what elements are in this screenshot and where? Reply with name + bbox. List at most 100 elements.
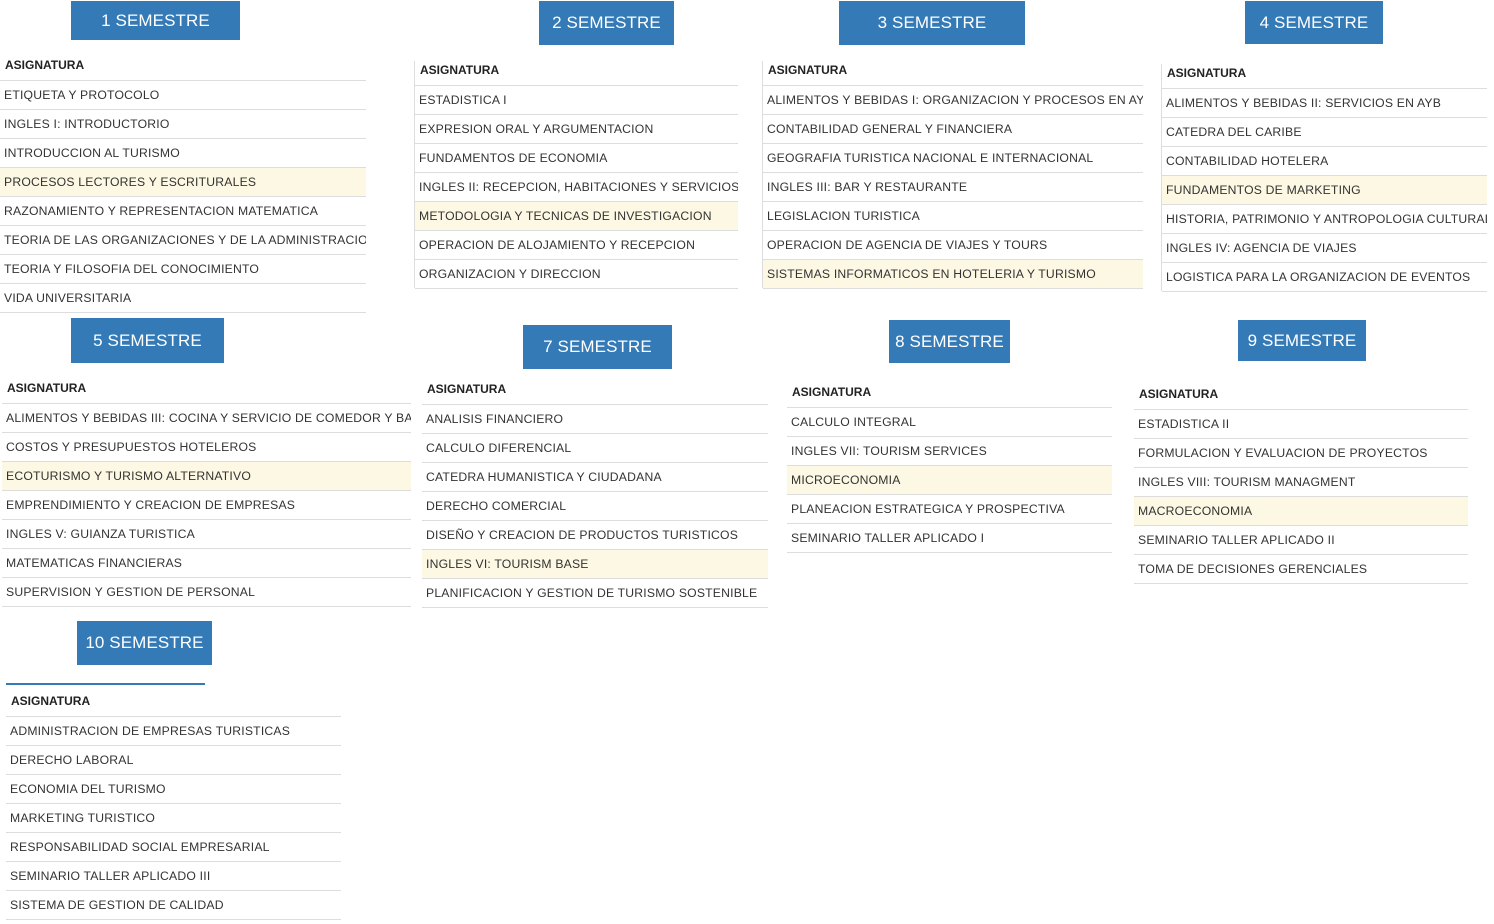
subject-name: CATEDRA HUMANISTICA Y CIUDADANA (422, 462, 768, 492)
subjects-table: ASIGNATURA ANALISIS FINANCIERO CALCULO DIF… (422, 374, 768, 608)
table-row: ETIQUETA Y PROTOCOLO (0, 80, 366, 110)
subject-name: ORGANIZACION Y DIRECCION (415, 259, 738, 289)
subject-name: HISTORIA, PATRIMONIO Y ANTROPOLOGIA CULT… (1162, 204, 1487, 234)
table-row: FUNDAMENTOS DE ECONOMIA (415, 143, 738, 173)
subjects-table: ASIGNATURA ALIMENTOS Y BEBIDAS II: SERVIC… (1162, 58, 1487, 292)
subject-name: VIDA UNIVERSITARIA (0, 283, 366, 313)
subject-name: PROCESOS LECTORES Y ESCRITURALES (0, 167, 366, 197)
table-row: METODOLOGIA Y TECNICAS DE INVESTIGACION (415, 201, 738, 231)
subject-name: CONTABILIDAD GENERAL Y FINANCIERA (763, 114, 1143, 144)
table-row: PLANEACION ESTRATEGICA Y PROSPECTIVA (787, 494, 1112, 524)
subject-name: LEGISLACION TURISTICA (763, 201, 1143, 231)
subject-name: DISEÑO Y CREACION DE PRODUCTOS TURISTICO… (422, 520, 768, 550)
table-row: INGLES VII: TOURISM SERVICES (787, 436, 1112, 466)
subject-name: FUNDAMENTOS DE ECONOMIA (415, 143, 738, 173)
subject-name: CONTABILIDAD HOTELERA (1162, 146, 1487, 176)
subject-name: MARKETING TURISTICO (6, 803, 341, 833)
subject-name: SUPERVISION Y GESTION DE PERSONAL (2, 577, 411, 607)
column-header-asignatura: ASIGNATURA (1162, 58, 1487, 89)
subject-name: COSTOS Y PRESUPUESTOS HOTELEROS (2, 432, 411, 462)
table-left-border (414, 61, 415, 288)
table-row: ALIMENTOS Y BEBIDAS I: ORGANIZACION Y PR… (763, 85, 1143, 115)
column-header-asignatura: ASIGNATURA (415, 55, 738, 86)
subject-name: TEORIA DE LAS ORGANIZACIONES Y DE LA ADM… (0, 225, 366, 255)
subject-name: INGLES V: GUIANZA TURISTICA (2, 519, 411, 549)
table-row: COSTOS Y PRESUPUESTOS HOTELEROS (2, 432, 411, 462)
table-row: RAZONAMIENTO Y REPRESENTACION MATEMATICA (0, 196, 366, 226)
subject-name: FORMULACION Y EVALUACION DE PROYECTOS (1134, 438, 1468, 468)
table-row: LOGISTICA PARA LA ORGANIZACION DE EVENTO… (1162, 262, 1487, 292)
column-header-asignatura: ASIGNATURA (422, 374, 768, 405)
subject-name: ALIMENTOS Y BEBIDAS II: SERVICIOS EN AYB (1162, 88, 1487, 118)
subject-name: ETIQUETA Y PROTOCOLO (0, 80, 366, 110)
table-row: SEMINARIO TALLER APLICADO I (787, 523, 1112, 553)
table-row: DERECHO LABORAL (6, 745, 341, 775)
table-row: LEGISLACION TURISTICA (763, 201, 1143, 231)
table-row: SISTEMA DE GESTION DE CALIDAD (6, 890, 341, 920)
column-header-asignatura: ASIGNATURA (1134, 379, 1468, 410)
table-row: FORMULACION Y EVALUACION DE PROYECTOS (1134, 438, 1468, 468)
semester-title: 7 SEMESTRE (523, 325, 672, 369)
table-row: MARKETING TURISTICO (6, 803, 341, 833)
subject-name: INGLES IV: AGENCIA DE VIAJES (1162, 233, 1487, 263)
table-header-row: ASIGNATURA (787, 377, 1112, 408)
table-row: CALCULO INTEGRAL (787, 407, 1112, 437)
table-header-row: ASIGNATURA (422, 374, 768, 405)
table-row: DERECHO COMERCIAL (422, 491, 768, 521)
subject-name: SEMINARIO TALLER APLICADO III (6, 861, 341, 891)
subject-name: DERECHO COMERCIAL (422, 491, 768, 521)
table-row: TEORIA DE LAS ORGANIZACIONES Y DE LA ADM… (0, 225, 366, 255)
table-row: MACROECONOMIA (1134, 496, 1468, 526)
table-row: EMPRENDIMIENTO Y CREACION DE EMPRESAS (2, 490, 411, 520)
table-row: ALIMENTOS Y BEBIDAS III: COCINA Y SERVIC… (2, 403, 411, 433)
table-row: CALCULO DIFERENCIAL (422, 433, 768, 463)
table-row: ANALISIS FINANCIERO (422, 404, 768, 434)
subject-name: GEOGRAFIA TURISTICA NACIONAL E INTERNACI… (763, 143, 1143, 173)
subject-name: LOGISTICA PARA LA ORGANIZACION DE EVENTO… (1162, 262, 1487, 292)
subject-name: SISTEMAS INFORMATICOS EN HOTELERIA Y TUR… (763, 259, 1143, 289)
table-row: INGLES IV: AGENCIA DE VIAJES (1162, 233, 1487, 263)
table-row: INGLES VI: TOURISM BASE (422, 549, 768, 579)
subject-name: RESPONSABILIDAD SOCIAL EMPRESARIAL (6, 832, 341, 862)
table-row: SUPERVISION Y GESTION DE PERSONAL (2, 577, 411, 607)
subject-name: INGLES VI: TOURISM BASE (422, 549, 768, 579)
table-row: ESTADISTICA I (415, 85, 738, 115)
table-header-row: ASIGNATURA (415, 55, 738, 86)
subject-name: ECONOMIA DEL TURISMO (6, 774, 341, 804)
subject-name: INTRODUCCION AL TURISMO (0, 138, 366, 168)
subject-name: INGLES VIII: TOURISM MANAGMENT (1134, 467, 1468, 497)
table-row: SEMINARIO TALLER APLICADO III (6, 861, 341, 891)
semester-title: 1 SEMESTRE (71, 1, 240, 40)
table-row: HISTORIA, PATRIMONIO Y ANTROPOLOGIA CULT… (1162, 204, 1487, 234)
table-header-row: ASIGNATURA (2, 373, 411, 404)
table-row: FUNDAMENTOS DE MARKETING (1162, 175, 1487, 205)
subject-name: CALCULO DIFERENCIAL (422, 433, 768, 463)
subject-name: PLANEACION ESTRATEGICA Y PROSPECTIVA (787, 494, 1112, 524)
subject-name: PLANIFICACION Y GESTION DE TURISMO SOSTE… (422, 578, 768, 608)
subject-name: TEORIA Y FILOSOFIA DEL CONOCIMIENTO (0, 254, 366, 284)
subject-name: ADMINISTRACION DE EMPRESAS TURISTICAS (6, 716, 341, 746)
subject-name: ANALISIS FINANCIERO (422, 404, 768, 434)
table-row: INGLES II: RECEPCION, HABITACIONES Y SER… (415, 172, 738, 202)
subject-name: EXPRESION ORAL Y ARGUMENTACION (415, 114, 738, 144)
subject-name: FUNDAMENTOS DE MARKETING (1162, 175, 1487, 205)
table-row: TOMA DE DECISIONES GERENCIALES (1134, 554, 1468, 584)
table-row: MICROECONOMIA (787, 465, 1112, 495)
subject-name: MATEMATICAS FINANCIERAS (2, 548, 411, 578)
table-header-row: ASIGNATURA (6, 686, 341, 717)
semester-title: 9 SEMESTRE (1238, 320, 1366, 361)
subjects-table: ASIGNATURA ALIMENTOS Y BEBIDAS I: ORGANIZ… (763, 55, 1143, 289)
subject-name: CALCULO INTEGRAL (787, 407, 1112, 437)
table-header-row: ASIGNATURA (1134, 379, 1468, 410)
semester-title: 4 SEMESTRE (1245, 1, 1383, 44)
table-row: CATEDRA DEL CARIBE (1162, 117, 1487, 147)
table-header-row: ASIGNATURA (763, 55, 1143, 86)
subject-name: ALIMENTOS Y BEBIDAS III: COCINA Y SERVIC… (2, 403, 411, 433)
table-row: GEOGRAFIA TURISTICA NACIONAL E INTERNACI… (763, 143, 1143, 173)
semester-title: 10 SEMESTRE (77, 621, 212, 665)
table-row: TEORIA Y FILOSOFIA DEL CONOCIMIENTO (0, 254, 366, 284)
table-header-row: ASIGNATURA (0, 50, 366, 81)
subject-name: TOMA DE DECISIONES GERENCIALES (1134, 554, 1468, 584)
table-row: CATEDRA HUMANISTICA Y CIUDADANA (422, 462, 768, 492)
semester-title: 5 SEMESTRE (71, 318, 224, 363)
